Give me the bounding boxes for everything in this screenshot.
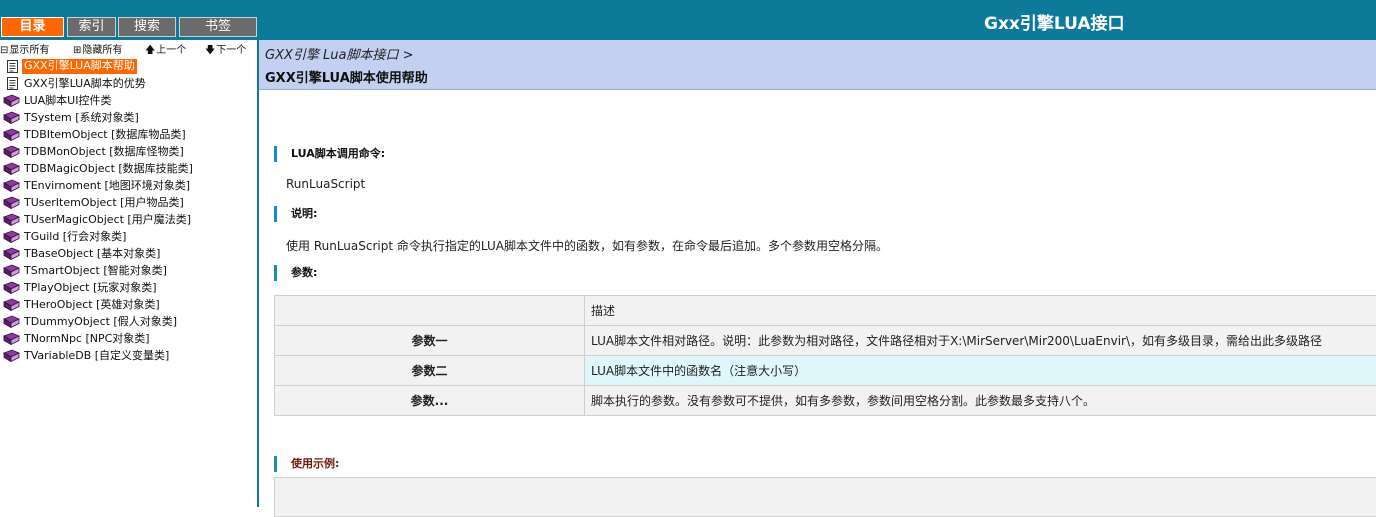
tree-item-label: TBaseObject [基本对象类] [22,245,162,262]
previous-button[interactable]: 🡅上一个 [145,43,186,58]
nav-tab-bar: 目录 索引 搜索 书签 [0,0,259,40]
tree-item-label: TUserMagicObject [用户魔法类] [22,211,193,228]
breadcrumb[interactable]: GXX引擎 Lua脚本接口 > [265,44,414,63]
params-heading: 参数: [274,265,317,281]
tree-item-label: TPlayObject [玩家对象类] [22,279,159,296]
tree-item-label: THeroObject [英雄对象类] [22,296,162,313]
tree-item[interactable]: TSmartObject [智能对象类] [0,262,257,279]
navigation-pane: 目录 索引 搜索 书签 ⊟显示所有 ⊞隐藏所有 🡅上一个 🡇下一个 GXX引擎L… [0,0,259,507]
hide-all-label: 隐藏所有 [82,45,122,56]
hide-all-button[interactable]: ⊞隐藏所有 [73,43,122,58]
tree-item[interactable]: TPlayObject [玩家对象类] [0,279,257,296]
param-name-cell: 参数二 [275,356,585,386]
param-desc-cell: 脚本执行的参数。没有参数可不提供，如有多参数，参数间用空格分割。此参数最多支持八… [585,386,1376,416]
param-name-cell: 参数... [275,386,585,416]
param-desc-cell: LUA脚本文件相对路径。说明：此参数为相对路径，文件路径相对于X:\MirSer… [585,326,1376,356]
tree-item-label: TSystem [系统对象类] [22,109,141,126]
tree-toolbar: ⊟显示所有 ⊞隐藏所有 🡅上一个 🡇下一个 [0,43,257,58]
tree-item[interactable]: TEnvirnoment [地图环境对象类] [0,177,257,194]
content-pane: Gxx引擎LUA接口 GXX引擎 Lua脚本接口 > GXX引擎LUA脚本使用帮… [259,0,1376,507]
tree-item[interactable]: TDBItemObject [数据库物品类] [0,126,257,143]
tree-item-label: TDBMagicObject [数据库技能类] [22,160,195,177]
next-label: 下一个 [216,45,246,56]
tab-bookmarks[interactable]: 书签 [179,17,257,37]
tree-item[interactable]: TUserItemObject [用户物品类] [0,194,257,211]
header-desc-cell: 描述 [585,296,1376,326]
top-banner: Gxx引擎LUA接口 [259,0,1376,40]
tree-item-label: TDBItemObject [数据库物品类] [22,126,188,143]
toc-tree: GXX引擎LUA脚本帮助GXX引擎LUA脚本的优势LUA脚本UI控件类TSyst… [0,58,257,364]
tree-item[interactable]: THeroObject [英雄对象类] [0,296,257,313]
tree-item-label: GXX引擎LUA脚本帮助 [22,59,137,74]
header-name-cell [275,296,585,326]
book-icon [3,349,20,367]
tab-toc[interactable]: 目录 [1,17,64,37]
tree-item[interactable]: GXX引擎LUA脚本帮助 [0,58,257,75]
tree-item[interactable]: TGuild [行会对象类] [0,228,257,245]
show-all-button[interactable]: ⊟显示所有 [0,43,49,58]
tree-item-label: GXX引擎LUA脚本的优势 [22,75,148,92]
tree-item-label: LUA脚本UI控件类 [22,92,113,109]
command-heading: LUA脚本调用命令: [274,146,385,162]
tab-search[interactable]: 搜索 [118,17,176,37]
tree-item[interactable]: TUserMagicObject [用户魔法类] [0,211,257,228]
table-row: 参数二 LUA脚本文件中的函数名（注意大小写） [275,356,1376,386]
example-code-box [274,477,1376,517]
table-row: 参数... 脚本执行的参数。没有参数可不提供，如有多参数，参数间用空格分割。此参… [275,386,1376,416]
arrow-down-icon: 🡇 [205,45,215,56]
tree-item[interactable]: TDummyObject [假人对象类] [0,313,257,330]
table-header-row: 描述 [275,296,1376,326]
banner-title: Gxx引擎LUA接口 [984,9,1125,34]
tree-item[interactable]: TDBMagicObject [数据库技能类] [0,160,257,177]
example-heading: 使用示例: [274,456,339,472]
tree-item-label: TVariableDB [自定义变量类] [22,347,171,364]
tree-item-label: TUserItemObject [用户物品类] [22,194,186,211]
tree-item[interactable]: LUA脚本UI控件类 [0,92,257,109]
page-title: GXX引擎LUA脚本使用帮助 [265,67,428,86]
tree-item[interactable]: TNormNpc [NPC对象类] [0,330,257,347]
tree-item-label: TDBMonObject [数据库怪物类] [22,143,186,160]
command-text: RunLuaScript [286,177,365,191]
tree-item-label: TNormNpc [NPC对象类] [22,330,152,347]
param-desc-cell: LUA脚本文件中的函数名（注意大小写） [585,356,1376,386]
table-row: 参数一 LUA脚本文件相对路径。说明：此参数为相对路径，文件路径相对于X:\Mi… [275,326,1376,356]
tree-item-label: TGuild [行会对象类] [22,228,128,245]
previous-label: 上一个 [156,45,186,56]
description-text: 使用 RunLuaScript 命令执行指定的LUA脚本文件中的函数，如有参数，… [286,237,888,254]
collapse-box-icon: ⊟ [0,45,8,56]
topic-header: GXX引擎 Lua脚本接口 > GXX引擎LUA脚本使用帮助 [259,40,1376,90]
description-heading: 说明: [274,206,317,222]
next-button[interactable]: 🡇下一个 [205,43,246,58]
arrow-up-icon: 🡅 [145,45,155,56]
tree-item[interactable]: TBaseObject [基本对象类] [0,245,257,262]
tree-item-label: TSmartObject [智能对象类] [22,262,169,279]
tree-item[interactable]: TDBMonObject [数据库怪物类] [0,143,257,160]
params-table: 描述 参数一 LUA脚本文件相对路径。说明：此参数为相对路径，文件路径相对于X:… [274,295,1376,416]
tab-index[interactable]: 索引 [67,17,116,37]
tree-item[interactable]: TVariableDB [自定义变量类] [0,347,257,364]
show-all-label: 显示所有 [9,45,49,56]
tree-item-label: TDummyObject [假人对象类] [22,313,179,330]
expand-box-icon: ⊞ [73,45,81,56]
tree-item[interactable]: GXX引擎LUA脚本的优势 [0,75,257,92]
tree-item-label: TEnvirnoment [地图环境对象类] [22,177,192,194]
tree-item[interactable]: TSystem [系统对象类] [0,109,257,126]
param-name-cell: 参数一 [275,326,585,356]
